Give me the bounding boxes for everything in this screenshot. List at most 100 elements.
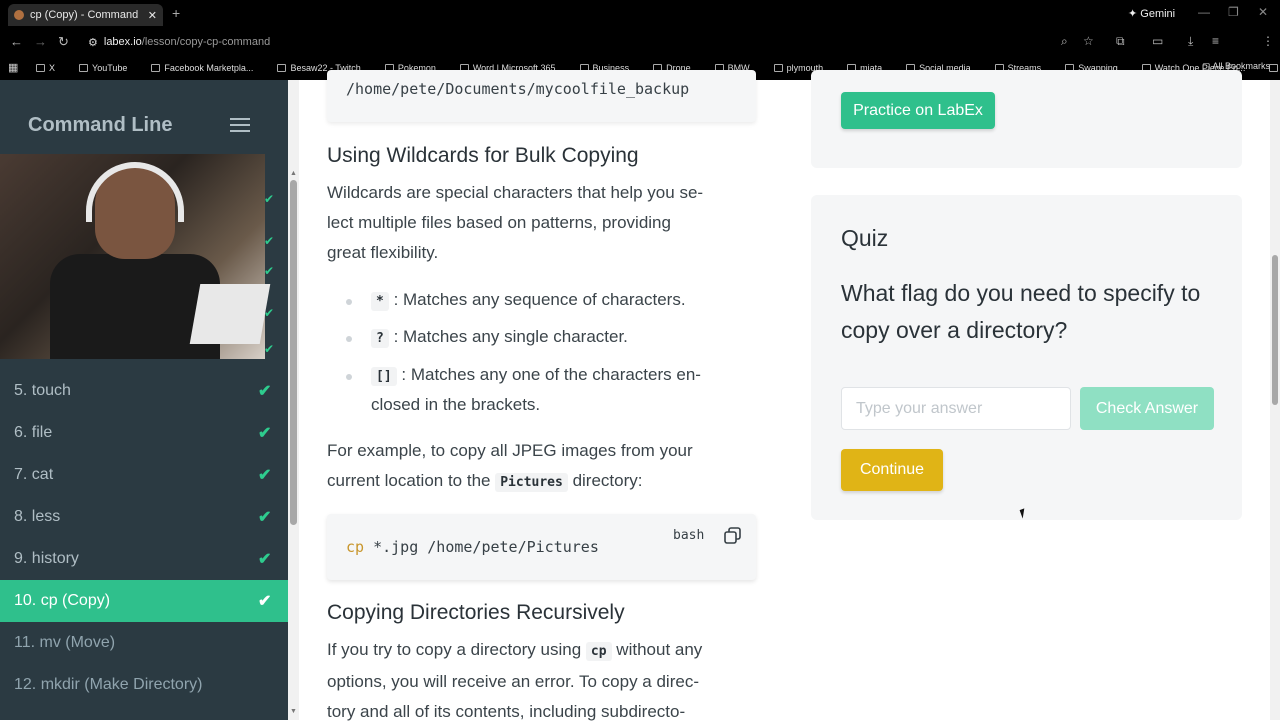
sidebar-lesson-item[interactable]: 10. cp (Copy) ✔ xyxy=(0,580,288,622)
tab-close-icon[interactable]: ✕ xyxy=(148,9,157,22)
restore-icon[interactable]: ❐ xyxy=(1228,5,1239,19)
url-path: /lesson/copy-cp-command xyxy=(141,36,271,48)
bookmark-item[interactable]: Facebook Marketpla... xyxy=(151,63,265,73)
sidebar-item-label: 9. history xyxy=(14,550,79,567)
list-item: [] : Matches any one of the characters e… xyxy=(371,361,751,419)
sidebar-lesson-item[interactable]: 5. touch ✔ xyxy=(0,370,288,412)
check-icon: ✔ xyxy=(258,425,272,442)
code-keyword: cp xyxy=(346,538,365,556)
check-icon: ✔ xyxy=(264,234,275,248)
sidebar-lesson-item[interactable]: 12. mkdir (Make Directory) xyxy=(0,664,288,706)
webcam-overlay xyxy=(0,154,271,359)
inline-code: Pictures xyxy=(495,473,568,492)
sidebar-item-label: 6. file xyxy=(14,424,53,441)
quiz-question: What flag do you need to specify to copy… xyxy=(841,280,1201,343)
code-language-label: bash xyxy=(673,528,705,543)
browser-tab-strip: cp (Copy) - Command Line | Li ✕ + ✦ Gemi… xyxy=(0,0,1280,28)
bookmark-star-icon[interactable]: ☆ xyxy=(1083,34,1094,48)
paragraph-line: Wildcards are special characters that he… xyxy=(327,183,704,202)
check-icon: ✔ xyxy=(258,593,272,610)
check-icon: ✔ xyxy=(258,551,272,568)
list-item-text: closed in the brackets. xyxy=(371,395,541,414)
sidebar-lesson-item[interactable]: 11. mv (Move) xyxy=(0,622,288,664)
quiz-heading: Quiz xyxy=(841,225,889,251)
sidebar-lesson-item[interactable]: 7. cat ✔ xyxy=(0,454,288,496)
bookmark-item[interactable]: X xyxy=(36,63,67,73)
menu-icon[interactable]: ⋮ xyxy=(1262,34,1274,48)
practice-card: Practice on LabEx xyxy=(811,70,1242,168)
back-icon[interactable]: ← xyxy=(10,34,23,49)
paragraph-line: tory and all of its contents, including … xyxy=(327,702,686,721)
address-bar-row: ← → ↻ ⚙ labex.io/lesson/copy-cp-command … xyxy=(0,28,1280,77)
code-text: /home/pete/Documents/mycoolfile_backup xyxy=(346,80,690,98)
check-icon: ✔ xyxy=(258,383,272,400)
bookmark-item[interactable]: YouTube xyxy=(79,63,139,73)
copy-icon[interactable] xyxy=(724,527,741,544)
inline-code: [] xyxy=(371,367,397,386)
bookmark-label: X xyxy=(49,63,56,73)
forward-icon[interactable]: → xyxy=(34,34,47,49)
check-icon: ✔ xyxy=(258,509,272,526)
inline-code: cp xyxy=(585,642,612,661)
paragraph-recursive: If you try to copy a directory using cp … xyxy=(327,635,757,727)
sidebar-lesson-item[interactable]: 9. history ✔ xyxy=(0,538,288,580)
bookmark-label: Facebook Marketpla... xyxy=(164,63,254,73)
paragraph-text: current location to the xyxy=(327,471,491,490)
url-domain: labex.io xyxy=(103,36,142,48)
paragraph-line: current location to the Pictures directo… xyxy=(327,466,757,498)
hamburger-menu-icon[interactable] xyxy=(230,118,250,134)
code-args: *.jpg /home/pete/Pictures xyxy=(373,538,599,556)
browser-tab[interactable]: cp (Copy) - Command Line | Li ✕ xyxy=(8,4,163,26)
check-icon: ✔ xyxy=(264,342,275,356)
sidebar-item-label: 10. cp (Copy) xyxy=(14,592,111,609)
cast-icon[interactable]: ▭ xyxy=(1152,34,1163,48)
sidebar-item-label: 11. mv (Move) xyxy=(14,634,116,651)
close-window-icon[interactable]: ✕ xyxy=(1258,5,1268,19)
continue-button[interactable]: Continue xyxy=(841,449,943,491)
paragraph-text: If you try to copy a directory using xyxy=(327,640,582,659)
extensions-icon[interactable]: ⧉ xyxy=(1116,34,1125,49)
paragraph-line: lect multiple files based on patterns, p… xyxy=(327,213,671,232)
right-panel: Practice on LabEx Quiz What flag do you … xyxy=(811,70,1280,720)
sidebar-item-label: 5. touch xyxy=(14,382,71,399)
sidebar-item-label: 12. mkdir (Make Directory) xyxy=(14,676,203,693)
inline-code: ? xyxy=(371,329,389,348)
url-field[interactable]: ⚙ labex.io/lesson/copy-cp-command xyxy=(88,33,1088,51)
sidebar-lesson-item[interactable]: 6. file ✔ xyxy=(0,412,288,454)
new-tab-button[interactable]: + xyxy=(172,5,180,21)
sidebar-lesson-item[interactable]: 8. less ✔ xyxy=(0,496,288,538)
reload-icon[interactable]: ↻ xyxy=(58,34,69,50)
gemini-button[interactable]: ✦ Gemini xyxy=(1128,7,1175,20)
heading-recursive: Copying Directories Recursively xyxy=(327,601,625,624)
practice-on-labex-button[interactable]: Practice on LabEx xyxy=(841,92,995,129)
code-block-top: /home/pete/Documents/mycoolfile_backup xyxy=(327,70,756,122)
scroll-up-arrow-icon[interactable]: ▲ xyxy=(290,170,297,177)
bookmark-folder-icon xyxy=(36,64,45,72)
list-item-text: : Matches any one of the characters en- xyxy=(401,365,701,384)
bookmark-label: YouTube xyxy=(92,63,128,73)
bookmark-folder-icon xyxy=(151,64,161,72)
minimize-icon[interactable]: — xyxy=(1198,5,1210,19)
site-info-icon[interactable]: ⚙ xyxy=(88,36,98,49)
answer-input[interactable] xyxy=(841,387,1071,430)
sidebar-item-label: 8. less xyxy=(14,508,61,525)
bookmark-folder-icon xyxy=(79,64,89,72)
scroll-down-arrow-icon[interactable]: ▼ xyxy=(290,708,297,715)
course-sidebar: Command Line ✔ ✔ ✔ ✔ ✔ 5. touch ✔ 6. file ✔… xyxy=(0,80,288,720)
zoom-icon[interactable]: ⌕ xyxy=(1061,34,1068,49)
paragraph-text: directory: xyxy=(572,471,643,490)
bookmark-item[interactable]: Coding xyxy=(1269,63,1280,73)
bookmark-folder-icon xyxy=(773,64,783,72)
sidebar-scroll-thumb[interactable] xyxy=(290,180,297,525)
media-icon[interactable]: ≡ xyxy=(1212,34,1219,48)
inline-code: * xyxy=(371,292,389,311)
paragraph-line: options, you will receive an error. To c… xyxy=(327,672,699,691)
check-icon: ✔ xyxy=(264,264,275,278)
page-scroll-thumb[interactable] xyxy=(1272,255,1278,405)
download-icon[interactable]: ⤓ xyxy=(1188,34,1193,49)
check-icon: ✔ xyxy=(264,306,275,320)
paragraph-line: great flexibility. xyxy=(327,243,439,262)
apps-grid-icon[interactable]: ▦ xyxy=(8,61,18,74)
list-item-text: : Matches any sequence of characters. xyxy=(393,290,686,309)
check-answer-button[interactable]: Check Answer xyxy=(1080,387,1214,430)
